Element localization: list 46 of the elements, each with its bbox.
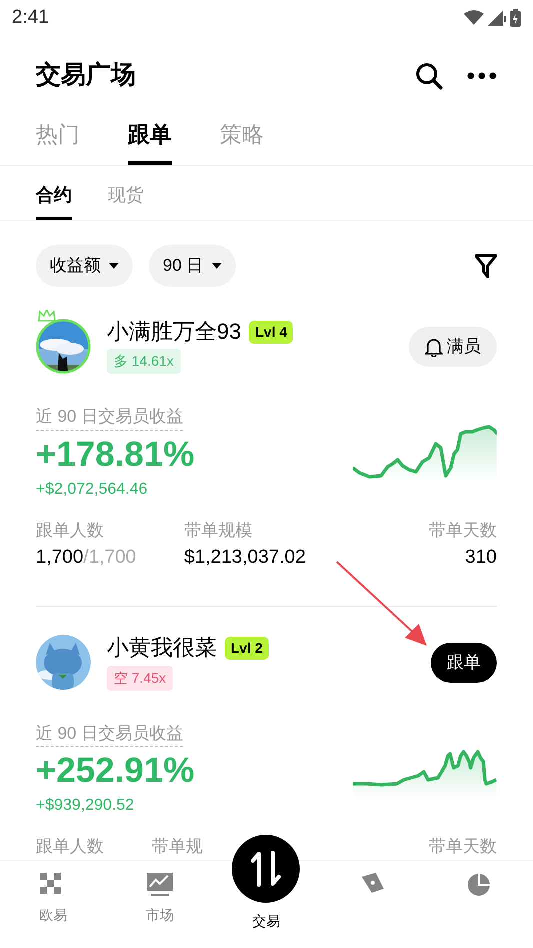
- stat-value: 1,700/1,700: [36, 546, 136, 570]
- stat-label: 带单规: [152, 836, 203, 858]
- crown-icon: [38, 310, 56, 322]
- stat-label: 带单天数: [429, 520, 497, 542]
- level-badge: Lvl 2: [225, 636, 269, 660]
- trader-name: 小满胜万全93: [107, 319, 242, 346]
- search-icon[interactable]: [415, 62, 443, 90]
- stat-value: 310: [465, 546, 497, 570]
- filter-icon[interactable]: [475, 254, 497, 278]
- leverage-tag: 多 14.61x: [107, 349, 181, 374]
- leverage-tag: 空 7.45x: [107, 666, 174, 691]
- tab[interactable]: 跟单: [128, 118, 172, 165]
- battery-icon: [510, 9, 521, 27]
- caret-icon: [212, 263, 222, 269]
- stat-value: $1,213,037.02: [184, 546, 306, 570]
- caret-icon: [109, 263, 119, 269]
- return-amount: +$939,290.52: [36, 796, 134, 816]
- nav-tab[interactable]: 市场: [106, 861, 214, 927]
- stat-label: 带单天数: [429, 836, 497, 858]
- pie-chart-icon: [466, 873, 493, 897]
- chart-icon: [146, 873, 173, 897]
- more-icon[interactable]: [467, 72, 497, 80]
- filter-dropdown[interactable]: 收益额: [36, 245, 133, 287]
- nav-tab[interactable]: 交易: [213, 835, 320, 933]
- return-amount: +$2,072,564.46: [36, 480, 148, 500]
- swap-icon: [251, 851, 282, 887]
- return-percent: +178.81%: [36, 434, 195, 476]
- page-title: 交易广场: [36, 60, 136, 92]
- full-button[interactable]: 满员: [409, 327, 497, 367]
- return-percent: +252.91%: [36, 750, 195, 792]
- return-label: 近 90 日交易员收益: [36, 404, 184, 431]
- level-badge: Lvl 4: [249, 320, 294, 344]
- nav-tab[interactable]: 欧易: [0, 861, 107, 927]
- filter-dropdown[interactable]: 90 日: [149, 245, 236, 287]
- status-time: 2:41: [12, 6, 49, 30]
- stat-total: /1,700: [84, 546, 136, 568]
- trader-name: 小黄我很菜: [107, 635, 217, 662]
- follow-button[interactable]: 跟单: [431, 643, 497, 684]
- return-label: 近 90 日交易员收益: [36, 720, 184, 748]
- wifi-icon: [464, 10, 484, 26]
- bell-icon: [425, 337, 443, 357]
- signal-icon: [488, 10, 506, 26]
- stat-label: 跟单人数: [36, 836, 104, 858]
- stat-label: 带单规模: [184, 520, 254, 542]
- sub-tab[interactable]: 合约: [36, 182, 72, 220]
- stat-label: 跟单人数: [36, 520, 105, 542]
